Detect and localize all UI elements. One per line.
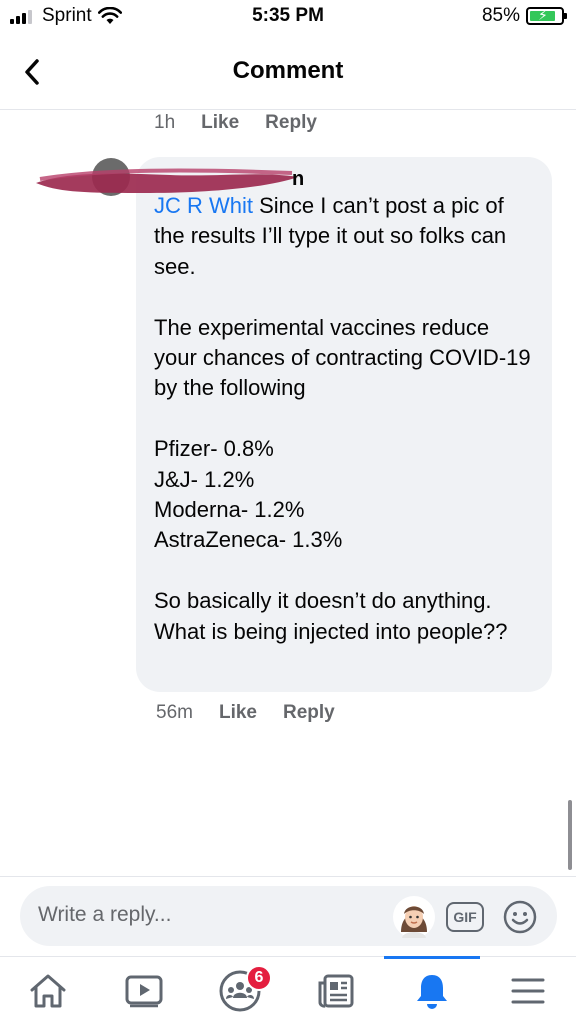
tab-news[interactable]	[288, 957, 384, 1024]
reply-button[interactable]: Reply	[283, 702, 335, 724]
bell-icon	[417, 975, 447, 1009]
menu-icon	[511, 978, 545, 1004]
comment-paragraph: The experimental vaccines reduce your ch…	[154, 314, 531, 401]
comment-timestamp: 56m	[156, 702, 193, 723]
scrollbar[interactable]	[568, 800, 572, 870]
header: Comment	[0, 40, 576, 110]
tab-notifications[interactable]	[384, 956, 480, 1024]
previous-comment-actions: 1h Like Reply	[154, 112, 317, 134]
comment-paragraph: So basically it doesn’t do anything. Wha…	[154, 588, 508, 644]
notification-badge: 6	[246, 965, 272, 991]
reply-button[interactable]: Reply	[265, 112, 317, 134]
reply-composer: Write a reply... GIF	[20, 886, 557, 946]
reply-input[interactable]: Write a reply...	[38, 903, 171, 927]
list-item: J&J- 1.2%	[154, 466, 255, 492]
comment-actions: 56m Like Reply	[156, 702, 335, 724]
list-item: Pfizer- 0.8%	[154, 436, 274, 462]
tab-groups[interactable]: 6	[192, 957, 288, 1024]
tab-watch[interactable]	[96, 957, 192, 1024]
like-button[interactable]: Like	[201, 112, 239, 134]
status-bar: Sprint 5:35 PM 85% ⚡	[0, 0, 576, 34]
comment-list: Pfizer- 0.8% J&J- 1.2% Moderna- 1.2% Ast…	[154, 434, 534, 556]
list-item: Moderna- 1.2%	[154, 497, 305, 523]
page-title: Comment	[232, 57, 344, 84]
bottom-tab-bar: 6	[0, 956, 576, 1024]
battery-charging-icon: ⚡	[526, 7, 567, 25]
gif-button[interactable]: GIF	[446, 902, 484, 932]
emoji-icon[interactable]	[503, 900, 537, 934]
tab-home[interactable]	[0, 957, 96, 1024]
gif-icon: GIF	[453, 909, 477, 925]
news-feed-icon	[318, 974, 354, 1008]
list-item: AstraZeneca- 1.3%	[154, 527, 343, 553]
redaction-scribble	[36, 168, 298, 193]
like-button[interactable]: Like	[219, 702, 257, 724]
avatar-icon[interactable]	[393, 896, 435, 938]
video-icon	[125, 975, 163, 1008]
comment-timestamp: 1h	[154, 112, 176, 133]
tab-menu[interactable]	[480, 957, 576, 1024]
divider	[0, 876, 576, 877]
comment-bubble: JC R Whit Since I can’t post a pic of th…	[136, 157, 552, 692]
home-icon	[30, 974, 66, 1008]
comment-text: JC R Whit Since I can’t post a pic of th…	[154, 191, 534, 647]
comment-author[interactable]: n	[292, 168, 304, 191]
battery-percent: 85%	[481, 5, 520, 26]
